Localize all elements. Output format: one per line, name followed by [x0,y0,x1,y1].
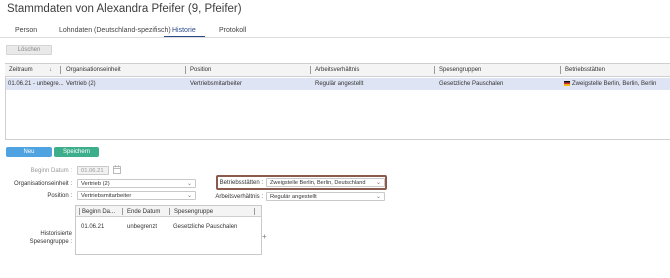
add-icon[interactable]: + [262,232,267,241]
cell-betriebsstaetten: Zweigstelle Berlin, Berlin, Berlin [572,80,657,87]
cell-position: Vertriebsmitarbeiter [190,80,243,87]
subgrid-header-spesengruppe[interactable]: Spesengruppe [174,209,213,215]
chevron-down-icon[interactable]: ⌄ [187,192,192,199]
sort-down-icon[interactable]: ↓ [49,67,52,73]
chevron-down-icon[interactable]: ⌄ [376,193,381,200]
position-label: Position : [47,193,72,199]
subgrid-header-ende[interactable]: Ende Datum [127,209,160,215]
position-value: Vertriebsmitarbeiter [81,192,132,199]
betriebsstaetten-label: Betriebsstätten : [219,180,263,186]
column-separator[interactable] [79,208,80,215]
cell-arbeitsverhaeltnis: Regulär angestellt [315,80,364,87]
cell-spesengruppen: Gesetzliche Pauschalen [439,80,504,87]
betriebsstaetten-value: Zweigstelle Berlin, Berlin, Deutschland [270,179,366,186]
org-unit-value: Vertrieb (2) [81,180,110,187]
arbeitsverhaeltnis-select[interactable]: Regulär angestellt ⌄ [266,192,385,201]
cell-zeitraum: 01.06.21 - unbegre... [8,80,64,87]
chevron-down-icon[interactable]: ⌄ [376,179,381,186]
column-separator[interactable] [310,66,311,74]
chevron-down-icon[interactable]: ⌄ [187,180,192,187]
column-separator[interactable] [560,66,561,74]
spesengruppe-label-line1: Historisierte [40,231,72,237]
column-separator[interactable] [169,208,170,215]
column-separator[interactable] [185,66,186,74]
position-select[interactable]: Vertriebsmitarbeiter ⌄ [77,191,196,200]
column-separator[interactable] [434,66,435,74]
tabs-divider [0,37,670,38]
spesengruppe-label-line2: Spesengruppe : [29,239,72,245]
column-header-betriebsstaetten[interactable]: Betriebsstätten [565,67,605,73]
tab-lohndaten[interactable]: Lohndaten (Deutschland-spezifisch) [59,27,171,34]
subgrid-cell-ende: unbegrenzt [127,224,158,230]
column-header-zeitraum[interactable]: Zeitraum [9,67,33,73]
calendar-icon[interactable] [113,165,121,174]
column-header-organisationseinheit[interactable]: Organisationseinheit [66,67,121,73]
save-button[interactable]: Speichern [54,147,99,157]
begin-date-input[interactable]: 01.06.21 [77,166,109,175]
new-button[interactable]: Neu [6,147,52,157]
column-separator[interactable] [60,66,61,74]
germany-flag-icon [564,81,570,86]
delete-button[interactable]: Löschen [6,45,52,55]
arbeitsverhaeltnis-label: Arbeitsverhältnis : [215,194,263,200]
tab-person[interactable]: Person [15,27,37,34]
column-separator[interactable] [122,208,123,215]
org-unit-label: Organisationseinheit : [13,181,72,187]
column-header-arbeitsverhaeltnis[interactable]: Arbeitsverhältnis [315,67,359,73]
subgrid-header-beginn[interactable]: Beginn Da... [82,209,115,215]
arbeitsverhaeltnis-value: Regulär angestellt [270,193,317,200]
tab-historie[interactable]: Historie [172,27,196,34]
betriebsstaetten-select[interactable]: Zweigstelle Berlin, Berlin, Deutschland … [266,178,385,187]
tab-protokoll[interactable]: Protokoll [219,27,246,34]
page-title: Stammdaten von Alexandra Pfeifer (9, Pfe… [7,3,242,15]
subgrid-cell-spesengruppe: Gesetzliche Pauschalen [173,224,238,230]
subgrid-cell-beginn: 01.06.21 [81,224,105,230]
org-unit-select[interactable]: Vertrieb (2) ⌄ [77,179,196,188]
column-separator[interactable] [254,208,255,215]
cell-organisationseinheit: Vertrieb (2) [66,80,96,87]
column-header-spesengruppen[interactable]: Spesengruppen [439,67,481,73]
column-header-position[interactable]: Position [190,67,211,73]
begin-date-label: Beginn Datum : [30,168,72,174]
